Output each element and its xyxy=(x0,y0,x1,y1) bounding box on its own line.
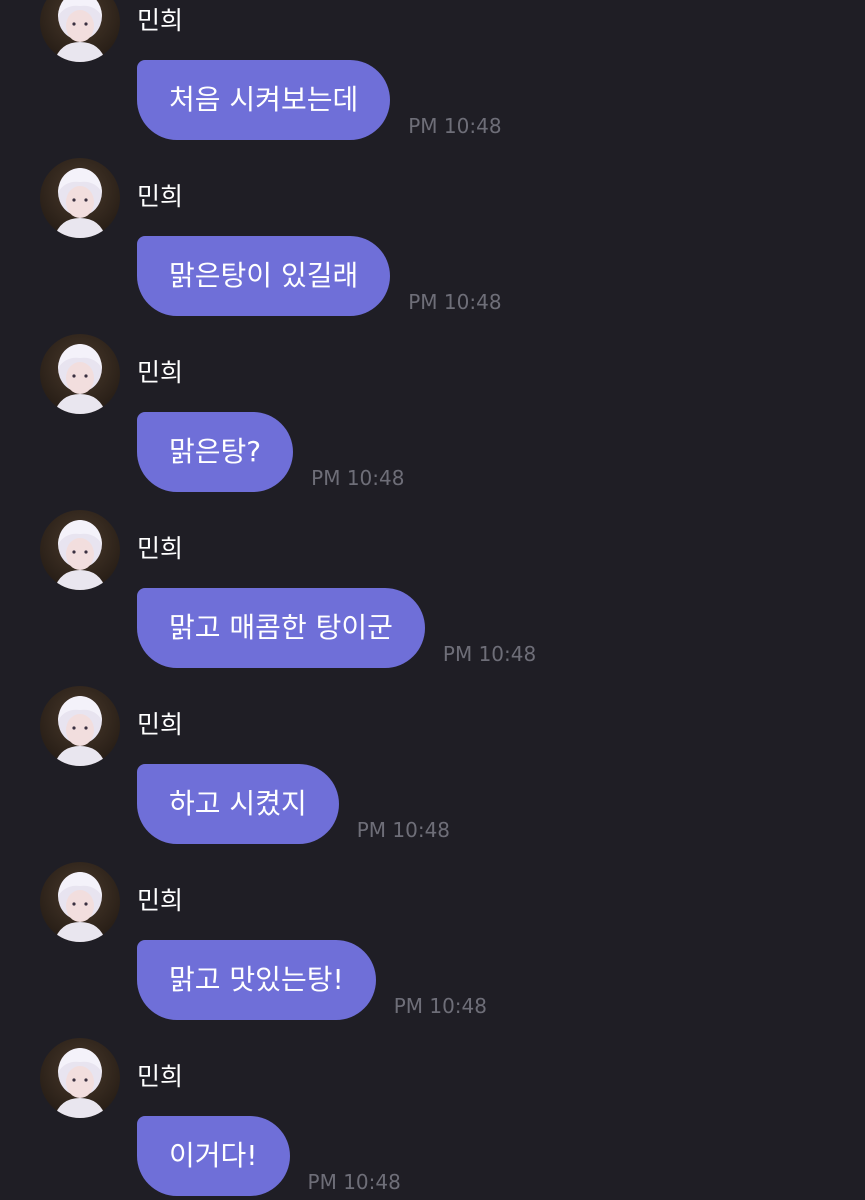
message-group: 민희 맑은탕? PM 10:48 xyxy=(0,334,865,510)
message-group: 민희 이거다! PM 10:48 xyxy=(0,1038,865,1200)
message-group: 민희 하고 시켰지 PM 10:48 xyxy=(0,686,865,862)
avatar[interactable] xyxy=(40,1038,120,1118)
message-bubble[interactable]: 처음 시켜보는데 xyxy=(137,60,391,140)
sender-name: 민희 xyxy=(137,710,184,739)
profile-photo-icon xyxy=(54,344,106,414)
profile-photo-icon xyxy=(54,872,106,942)
message-bubble[interactable]: 맑고 맛있는탕! xyxy=(137,940,376,1020)
avatar[interactable] xyxy=(40,334,120,414)
message-bubble[interactable]: 이거다! xyxy=(137,1116,290,1196)
sender-name: 민희 xyxy=(137,358,184,387)
sender-name: 민희 xyxy=(137,534,184,563)
bubble-row: 처음 시켜보는데 PM 10:48 xyxy=(137,60,502,140)
avatar[interactable] xyxy=(40,158,120,238)
sender-name: 민희 xyxy=(137,1062,184,1091)
avatar[interactable] xyxy=(40,862,120,942)
message-timestamp: PM 10:48 xyxy=(393,994,487,1018)
sender-name: 민희 xyxy=(137,886,184,915)
profile-photo-icon xyxy=(54,696,106,766)
bubble-row: 맑고 맛있는탕! PM 10:48 xyxy=(137,940,487,1020)
message-bubble[interactable]: 맑은탕? xyxy=(137,412,294,492)
message-bubble[interactable]: 하고 시켰지 xyxy=(137,764,339,844)
avatar[interactable] xyxy=(40,0,120,62)
profile-photo-icon xyxy=(54,1048,106,1118)
bubble-row: 맑은탕이 있길래 PM 10:48 xyxy=(137,236,502,316)
message-timestamp: PM 10:48 xyxy=(442,642,537,666)
message-timestamp: PM 10:48 xyxy=(311,466,405,490)
sender-name: 민희 xyxy=(137,6,184,35)
message-timestamp: PM 10:48 xyxy=(408,290,502,314)
message-group: 민희 맑고 매콤한 탕이군 PM 10:48 xyxy=(0,510,865,686)
profile-photo-icon xyxy=(54,0,106,62)
message-bubble[interactable]: 맑고 매콤한 탕이군 xyxy=(137,588,425,668)
chat-view: 민희 처음 시켜보는데 PM 10:48 민희 맑은탕이 있길래 PM 10:4… xyxy=(0,0,865,1200)
avatar[interactable] xyxy=(40,686,120,766)
profile-photo-icon xyxy=(54,520,106,590)
sender-name: 민희 xyxy=(137,182,184,211)
bubble-row: 이거다! PM 10:48 xyxy=(137,1116,401,1196)
message-timestamp: PM 10:48 xyxy=(356,818,451,842)
bubble-row: 하고 시켰지 PM 10:48 xyxy=(137,764,450,844)
bubble-row: 맑고 매콤한 탕이군 PM 10:48 xyxy=(137,588,536,668)
message-timestamp: PM 10:48 xyxy=(307,1170,401,1194)
message-bubble[interactable]: 맑은탕이 있길래 xyxy=(137,236,391,316)
avatar[interactable] xyxy=(40,510,120,590)
message-timestamp: PM 10:48 xyxy=(408,114,502,138)
bubble-row: 맑은탕? PM 10:48 xyxy=(137,412,404,492)
message-group: 민희 처음 시켜보는데 PM 10:48 xyxy=(0,0,865,158)
message-group: 민희 맑은탕이 있길래 PM 10:48 xyxy=(0,158,865,334)
message-group: 민희 맑고 맛있는탕! PM 10:48 xyxy=(0,862,865,1038)
profile-photo-icon xyxy=(54,168,106,238)
